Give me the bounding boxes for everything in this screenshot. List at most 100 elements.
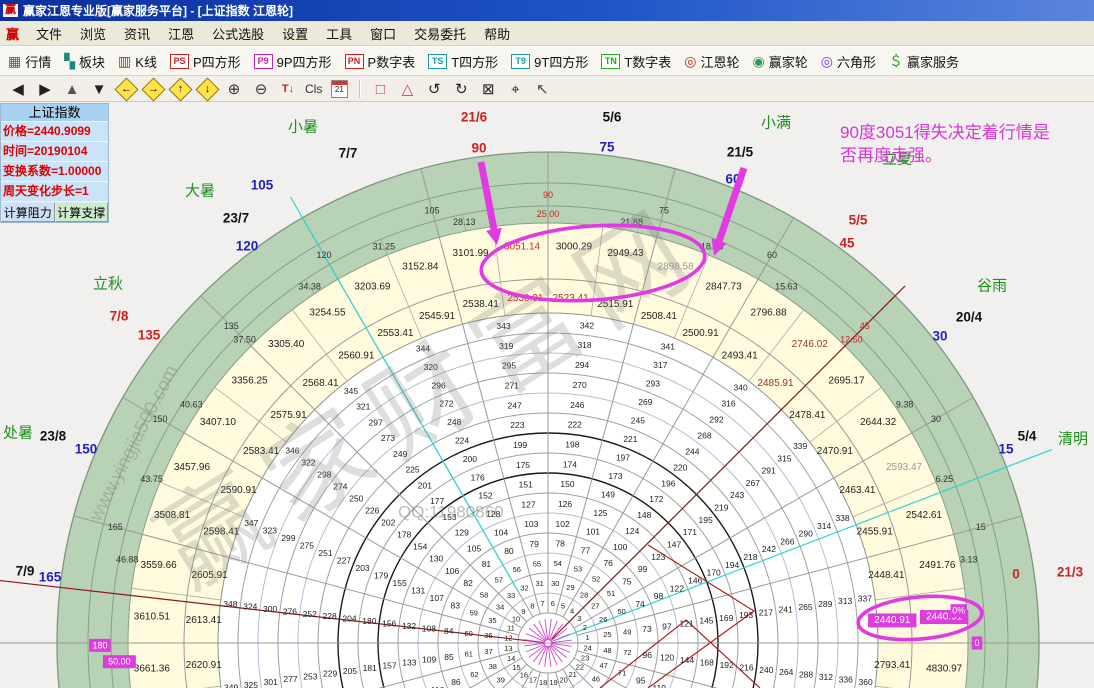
spiral-number: 10 [512,614,520,623]
9p-square-button[interactable]: P99P四方形 [254,52,332,71]
menu-item-7[interactable]: 窗口 [361,22,405,45]
pan-up-button[interactable]: ↑ [170,80,190,99]
delete-box-button[interactable]: ⊠ [478,80,498,99]
hexagon-button-icon: ◎ [821,54,833,68]
spiral-number: 217 [759,607,773,617]
t-number-table-button[interactable]: TNT数字表 [601,52,671,71]
quotes-button[interactable]: ▦行情 [8,52,51,71]
winner-service-button[interactable]: ＄赢家服务 [889,52,959,71]
degree-label: 75 [599,140,615,155]
spiral-number: 25 [603,630,611,639]
spiral-number: 242 [762,544,776,554]
9t-square-button[interactable]: T99T四方形 [511,52,588,71]
menu-item-1[interactable]: 浏览 [71,22,115,45]
jump-end-button[interactable]: ▼ [89,80,109,99]
p-number-table-button[interactable]: PNP数字表 [345,52,416,71]
pan-down-button[interactable]: ↓ [197,80,217,99]
date-label: 5/6 [603,110,622,125]
panel-row-0: 价格=2440.9099 [1,122,108,142]
calendar-button[interactable]: 21 [329,80,349,99]
spiral-number: 123 [651,552,665,562]
band-degree: 135 [224,321,239,331]
spiral-number: 119 [652,683,666,688]
rotate-cw-button[interactable]: ↻ [451,80,471,99]
spiral-number: 300 [263,604,277,614]
band-degree: 60 [767,250,777,260]
spiral-number: 199 [513,440,527,450]
spiral-number: 277 [283,674,297,684]
menu-item-0[interactable]: 文件 [27,22,71,45]
price-scale-button[interactable]: T↓ [278,80,298,99]
spiral-number: 49 [623,627,631,636]
menu-item-9[interactable]: 帮助 [475,22,519,45]
spiral-number: 23 [581,653,589,662]
triangle-tool-button[interactable]: △ [397,80,417,99]
spiral-number: 46 [592,675,600,684]
spiral-number: 107 [430,593,444,603]
kline-button[interactable]: ▥K线 [118,52,157,71]
price-outer-ring-value: 3305.40 [268,339,305,350]
degree-label: 0 [1012,567,1020,582]
calendar-icon: 21 [331,80,348,98]
menu-item-6[interactable]: 工具 [317,22,361,45]
jump-start-button[interactable]: ▲ [62,80,82,99]
calc-support-button[interactable]: 计算支撑 [55,202,109,222]
pan-left-button[interactable]: ← [116,80,136,99]
pointer-tool-button[interactable]: ↖ [532,80,552,99]
menu-bar: 赢 文件浏览资讯江恩公式选股设置工具窗口交易委托帮助 [0,21,1094,46]
date-label: 5/4 [1018,429,1037,444]
percent-value: 12.50 [840,335,863,345]
sectors-button[interactable]: ▚板块 [64,52,105,71]
calc-resistance-button[interactable]: 计算阻力 [1,202,55,222]
price-inner-ring-value: 2485.91 [757,378,794,389]
spiral-number: 204 [342,614,356,624]
spiral-number: 54 [554,559,562,568]
zoom-in-button[interactable]: ⊕ [224,80,244,99]
panel-row-1: 时间=20190104 [1,142,108,162]
winner-wheel-button[interactable]: ◉赢家轮 [753,52,808,71]
spiral-number: 152 [478,491,492,501]
menu-item-2[interactable]: 资讯 [115,22,159,45]
cls-button[interactable]: Cls [305,82,322,96]
menu-item-3[interactable]: 江恩 [159,22,203,45]
9p-square-button-icon: P9 [254,54,273,69]
zoom-out-button[interactable]: ⊖ [251,80,271,99]
spiral-number: 76 [603,558,613,568]
rotate-ccw-button[interactable]: ↺ [424,80,444,99]
spiral-number: 229 [323,669,337,679]
percent-value: 0 [974,638,979,648]
pan-right-button[interactable]: → [143,80,163,99]
spiral-number: 269 [638,397,652,407]
menu-item-8[interactable]: 交易委托 [405,22,475,45]
spiral-number: 291 [762,466,776,476]
spiral-number: 86 [451,677,461,687]
spiral-number: 2 [583,623,587,632]
spiral-number: 288 [799,670,813,680]
prev-button[interactable]: ◀ [8,80,28,99]
spiral-number: 37 [484,647,492,656]
menu-item-5[interactable]: 设置 [273,22,317,45]
t-square-button-icon: TS [428,54,447,69]
date-label: 5/5 [849,213,868,228]
p-square-button[interactable]: PSP四方形 [170,52,241,71]
panel-row-2: 变换系数=1.00000 [1,162,108,182]
spiral-number: 243 [730,490,744,500]
menu-item-4[interactable]: 公式选股 [203,22,273,45]
spiral-number: 168 [700,657,714,667]
main-toolbar: ▦行情 ▚板块 ▥K线 PSP四方形 P99P四方形 PNP数字表 TST四方形 T99T四方… [0,46,1094,76]
next-button[interactable]: ▶ [35,80,55,99]
gann-wheel-button[interactable]: ◎江恩轮 [684,52,739,71]
t-square-button[interactable]: TST四方形 [428,52,498,71]
spiral-number: 267 [746,478,760,488]
spiral-number: 52 [592,575,600,584]
hexagon-button[interactable]: ◎六角形 [821,52,876,71]
center-target-button[interactable]: ⌖ [505,80,525,99]
rect-tool-button[interactable]: □ [370,80,390,99]
spiral-number: 72 [623,648,631,657]
spiral-number: 35 [488,616,496,625]
spiral-number: 146 [688,575,702,585]
annotation-line2: 否再度走强。 [840,146,942,165]
spiral-number: 336 [839,675,853,685]
spiral-number: 129 [455,528,469,538]
spiral-number: 325 [244,680,258,688]
